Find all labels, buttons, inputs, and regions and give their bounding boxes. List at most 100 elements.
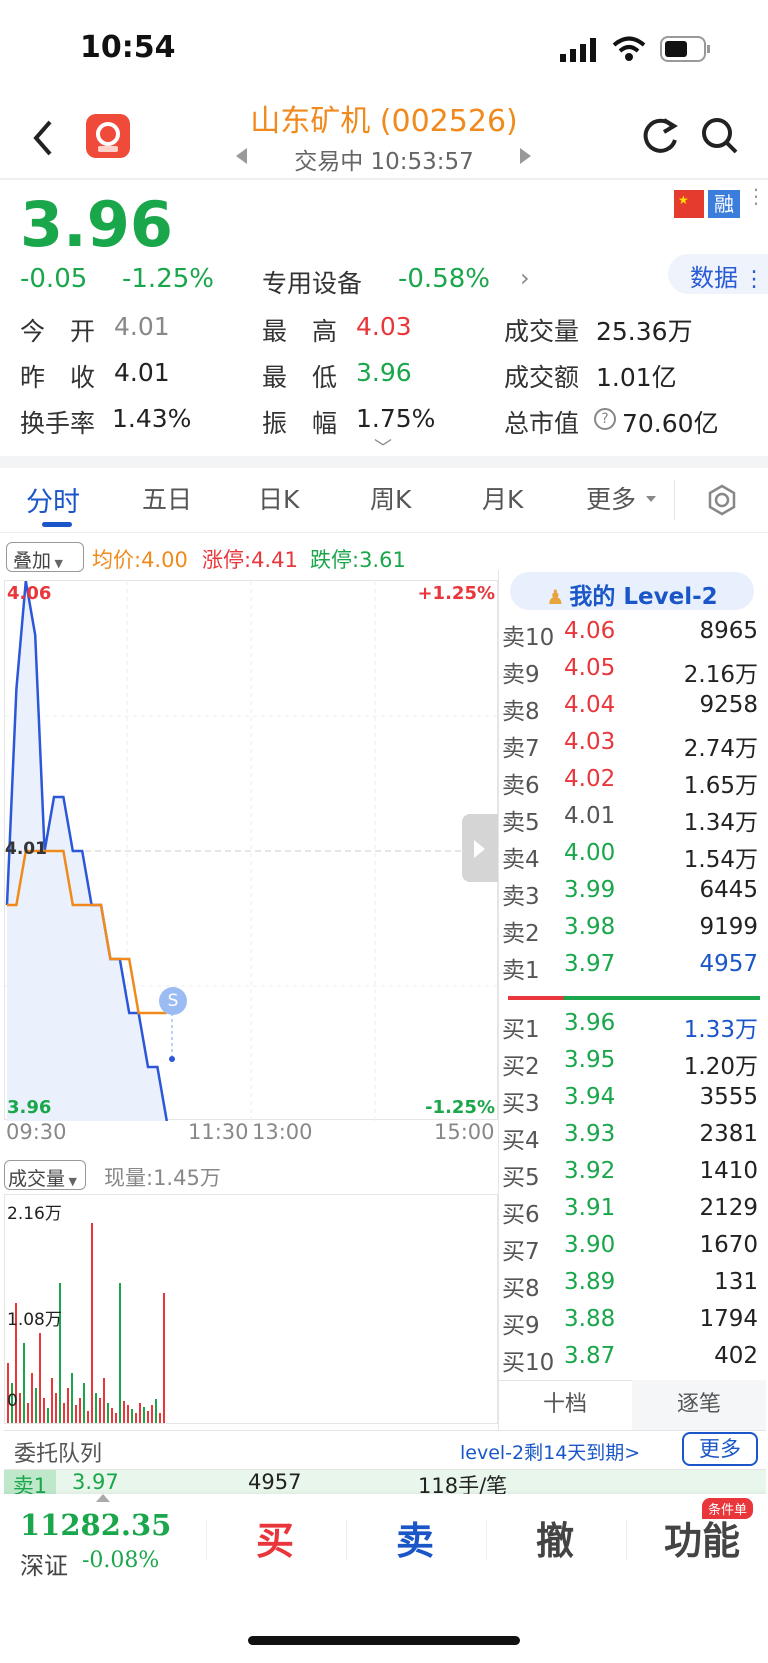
volume-bar (115, 1413, 117, 1423)
tab-ten-levels[interactable]: 十档 (498, 1380, 632, 1430)
sell-marker-icon[interactable]: S (159, 987, 187, 1015)
bid-row[interactable]: 买4 3.93 2381 (502, 1121, 760, 1158)
ask-row[interactable]: 卖5 4.01 1.34万 (502, 803, 760, 840)
tab-more-caret-icon (646, 496, 656, 502)
bid-price: 3.89 (564, 1269, 616, 1295)
limit-down-label: 跌停:3.61 (310, 548, 406, 572)
ask-row[interactable]: 卖1 3.97 4957 (502, 951, 760, 988)
index-value[interactable]: 11282.35 (20, 1508, 171, 1542)
price-change: -0.05 (20, 264, 88, 294)
tab-weekly-k[interactable]: 周K (370, 480, 411, 516)
chart-top-price: 4.06 (7, 583, 52, 604)
ask-level-label: 卖8 (502, 699, 540, 725)
ask-row[interactable]: 卖8 4.04 9258 (502, 692, 760, 729)
volume-select[interactable]: 成交量 ▼ (4, 1160, 86, 1190)
chart-collapse-handle[interactable] (462, 814, 498, 882)
volume-bar (67, 1388, 69, 1423)
volume-bar (127, 1405, 129, 1423)
bid-row[interactable]: 买7 3.90 1670 (502, 1232, 760, 1269)
ask-row[interactable]: 卖10 4.06 8965 (502, 618, 760, 655)
high-value: 4.03 (356, 312, 412, 341)
volume-bar (83, 1383, 85, 1423)
bid-price: 3.96 (564, 1010, 616, 1036)
search-icon[interactable] (700, 116, 740, 160)
level2-user-icon: ♟ (546, 585, 565, 609)
volume-bar (143, 1407, 145, 1423)
bid-volume: 1410 (699, 1158, 758, 1184)
volume-bar (147, 1411, 149, 1423)
status-time: 10:54 (80, 30, 176, 65)
tab-intraday[interactable]: 分时 (26, 480, 80, 519)
conditional-order-badge: 条件单 (702, 1498, 754, 1519)
volume-bar (31, 1373, 33, 1423)
bid-level-label: 买10 (502, 1350, 555, 1376)
ask-price: 4.03 (564, 729, 616, 755)
intraday-chart[interactable]: S 4.06 +1.25% 4.01 3.96 -1.25% (4, 580, 499, 1121)
ask-row[interactable]: 卖2 3.98 9199 (502, 914, 760, 951)
overlay-select[interactable]: 叠加 ▼ (6, 542, 84, 572)
sector-name[interactable]: 专用设备 (262, 264, 362, 300)
next-arrow-icon[interactable] (520, 148, 531, 164)
bid-price: 3.91 (564, 1195, 616, 1221)
volume-bar (63, 1403, 65, 1423)
sector-chevron-icon[interactable]: › (520, 264, 530, 292)
volume-bar (103, 1378, 105, 1423)
tab-tick-by-tick[interactable]: 逐笔 (632, 1380, 766, 1430)
ask-level-label: 卖2 (502, 921, 540, 947)
sell-button[interactable]: 卖 (396, 1510, 434, 1565)
bid-price: 3.95 (564, 1047, 616, 1073)
ask-row[interactable]: 卖7 4.03 2.74万 (502, 729, 760, 766)
signal-icon (560, 38, 598, 66)
volume-bar (87, 1411, 89, 1423)
data-button[interactable]: 数据 ⋮ (668, 254, 768, 294)
volume-bar (107, 1403, 109, 1423)
ask-row[interactable]: 卖3 3.99 6445 (502, 877, 760, 914)
volume-bar (39, 1333, 41, 1423)
tab-more[interactable]: 更多 (586, 480, 636, 516)
ask-row[interactable]: 卖9 4.05 2.16万 (502, 655, 760, 692)
bid-row[interactable]: 买10 3.87 402 (502, 1343, 760, 1380)
queue-row-price: 3.97 (72, 1470, 119, 1494)
settings-icon[interactable] (706, 484, 738, 520)
turnover-label: 换手率 (20, 409, 96, 438)
sector-pct[interactable]: -0.58% (398, 264, 490, 294)
bid-row[interactable]: 买3 3.94 3555 (502, 1084, 760, 1121)
ask-volume: 9258 (699, 692, 758, 718)
bid-row[interactable]: 买2 3.95 1.20万 (502, 1047, 760, 1084)
help-icon[interactable]: ? (594, 408, 616, 430)
cancel-order-button[interactable]: 撤 (536, 1510, 574, 1565)
ask-price: 3.97 (564, 951, 616, 977)
amplitude-label: 振 幅 (262, 409, 338, 438)
overlay-select-label: 叠加 (13, 550, 52, 572)
queue-row[interactable]: 卖1 3.97 4957 118手/笔 (4, 1470, 766, 1494)
more-dots-icon[interactable]: ⋮ (746, 186, 766, 206)
bid-row[interactable]: 买6 3.91 2129 (502, 1195, 760, 1232)
ask-level-label: 卖1 (502, 958, 540, 984)
level2-expiry-notice[interactable]: level-2剩14天到期> (460, 1438, 640, 1465)
bid-row[interactable]: 买5 3.92 1410 (502, 1158, 760, 1195)
ask-row[interactable]: 卖6 4.02 1.65万 (502, 766, 760, 803)
bid-row[interactable]: 买8 3.89 131 (502, 1269, 760, 1306)
volume-bar (151, 1405, 153, 1423)
queue-row-name: 卖1 (4, 1470, 56, 1494)
queue-more-button[interactable]: 更多 (682, 1432, 758, 1466)
ask-row[interactable]: 卖4 4.00 1.54万 (502, 840, 760, 877)
data-button-label: 数据 (690, 264, 738, 292)
tab-daily-k[interactable]: 日K (258, 480, 299, 516)
prev-close-value: 4.01 (114, 358, 170, 387)
margin-badge[interactable]: 融 (708, 190, 740, 218)
tab-five-day[interactable]: 五日 (142, 480, 192, 516)
ask-price: 4.05 (564, 655, 616, 681)
buy-button[interactable]: 买 (256, 1510, 294, 1565)
bid-volume: 2129 (699, 1195, 758, 1221)
ask-volume: 6445 (699, 877, 758, 903)
bid-row[interactable]: 买1 3.96 1.33万 (502, 1010, 760, 1047)
amount-label: 成交额 (504, 363, 580, 392)
bid-price: 3.94 (564, 1084, 616, 1110)
svg-text:★: ★ (678, 193, 689, 207)
tab-monthly-k[interactable]: 月K (482, 480, 523, 516)
level2-button[interactable]: ♟ 我的 Level-2 (510, 572, 754, 610)
bid-volume: 1670 (699, 1232, 758, 1258)
refresh-icon[interactable] (642, 116, 680, 160)
bid-row[interactable]: 买9 3.88 1794 (502, 1306, 760, 1343)
